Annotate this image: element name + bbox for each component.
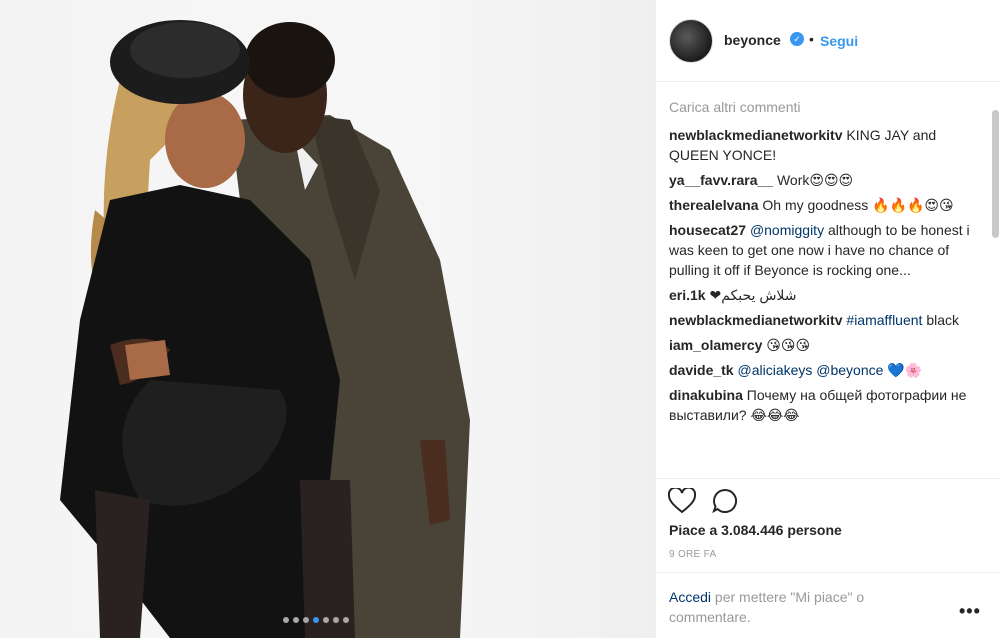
carousel-dot[interactable]: [283, 617, 289, 623]
username-link[interactable]: beyonce: [724, 32, 781, 48]
verified-badge-icon: ✓: [790, 32, 804, 46]
comments-scrollbar[interactable]: [992, 110, 999, 238]
carousel-dot[interactable]: [343, 617, 349, 623]
photo-illustration: [60, 20, 470, 638]
comment-username[interactable]: ya__favv.rara__: [669, 172, 773, 188]
carousel-dot[interactable]: [323, 617, 329, 623]
more-options-icon[interactable]: •••: [959, 601, 981, 622]
login-prompt: Accedi per mettere "Mi piace" o commenta…: [669, 587, 939, 627]
comment-username[interactable]: eri.1k: [669, 287, 706, 303]
comment-username[interactable]: newblackmedianetworkitv: [669, 127, 843, 143]
comment-item: newblackmedianetworkitv KING JAY and QUE…: [669, 125, 987, 165]
follow-button[interactable]: Segui: [820, 33, 858, 49]
comment-username[interactable]: iam_olamercy: [669, 337, 762, 353]
post-side-panel: beyonce ✓ • Segui Carica altri commenti …: [655, 0, 1000, 638]
comment-item: dinakubina Почему на общей фотографии не…: [669, 385, 987, 425]
comment-username[interactable]: dinakubina: [669, 387, 743, 403]
comment-mention[interactable]: @nomiggity: [750, 222, 824, 238]
comment-text: Oh my goodness 🔥🔥🔥😍😘: [762, 197, 954, 213]
header-separator: •: [809, 31, 814, 47]
post-header: beyonce ✓ • Segui: [656, 0, 1000, 82]
comment-item: ya__favv.rara__ Work😍😍😍: [669, 170, 987, 190]
comment-username[interactable]: therealelvana: [669, 197, 759, 213]
comment-text: 💙🌸: [887, 362, 923, 378]
comment-item: housecat27 @nomiggity although to be hon…: [669, 220, 987, 280]
carousel-dot[interactable]: [293, 617, 299, 623]
carousel-dot[interactable]: [313, 617, 319, 623]
comment-text: ❤شلاش يحبكم: [709, 287, 797, 303]
comment-item: therealelvana Oh my goodness 🔥🔥🔥😍😘: [669, 195, 987, 215]
comment-item: eri.1k ❤شلاش يحبكم: [669, 285, 987, 305]
likes-count[interactable]: Piace a 3.084.446 persone: [669, 522, 842, 538]
post-actions: Piace a 3.084.446 persone 9 ORE FA: [656, 478, 1000, 578]
comment-text: 😘😘😘: [766, 337, 811, 353]
comment-username[interactable]: newblackmedianetworkitv: [669, 312, 843, 328]
avatar[interactable]: [669, 19, 713, 63]
comment-text: Work😍😍😍: [776, 172, 854, 188]
comment-item: iam_olamercy 😘😘😘: [669, 335, 987, 355]
comment-item: davide_tk @aliciakeys @beyonce 💙🌸: [669, 360, 987, 380]
carousel-dot[interactable]: [303, 617, 309, 623]
comment-item: newblackmedianetworkitv #iamaffluent bla…: [669, 310, 987, 330]
heart-icon[interactable]: [668, 488, 696, 514]
post-photo[interactable]: [0, 0, 655, 638]
speech-bubble-icon[interactable]: [711, 488, 739, 514]
comments-list[interactable]: Carica altri commenti newblackmedianetwo…: [669, 95, 987, 475]
post-timestamp: 9 ORE FA: [669, 549, 717, 560]
comment-text: black: [926, 312, 959, 328]
carousel-dot[interactable]: [333, 617, 339, 623]
post-footer: Accedi per mettere "Mi piace" o commenta…: [656, 572, 1000, 638]
load-more-comments-link[interactable]: Carica altri commenti: [669, 99, 987, 115]
login-link[interactable]: Accedi: [669, 589, 711, 605]
comment-mention[interactable]: #iamaffluent: [846, 312, 922, 328]
carousel-dots: [283, 617, 349, 623]
comment-mention[interactable]: @aliciakeys @beyonce: [737, 362, 883, 378]
comment-username[interactable]: davide_tk: [669, 362, 734, 378]
comment-username[interactable]: housecat27: [669, 222, 746, 238]
